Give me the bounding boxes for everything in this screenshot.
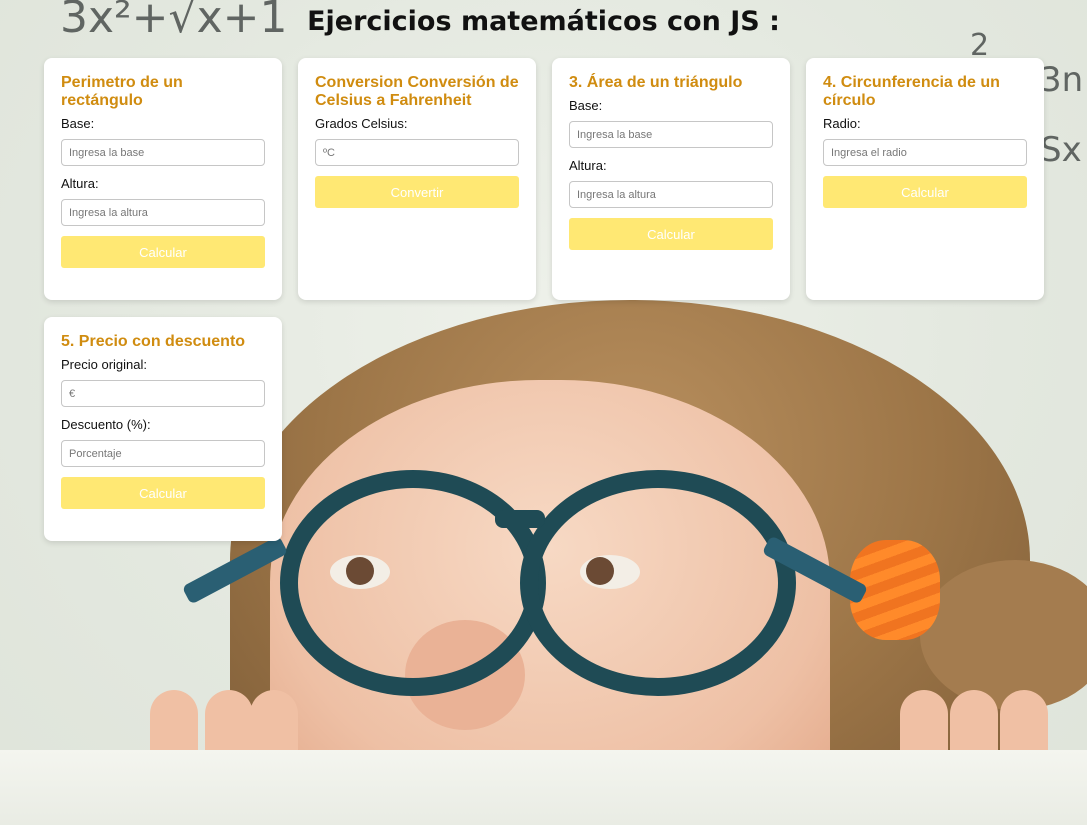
glasses-bridge xyxy=(495,510,545,528)
glasses-lens-right xyxy=(520,470,796,696)
discount-input[interactable] xyxy=(61,440,265,467)
card-title: 4. Circunferencia de un círculo xyxy=(823,74,1000,109)
card-title: Perimetro de un rectángulo xyxy=(61,74,183,109)
original-price-input[interactable] xyxy=(61,380,265,407)
background-scribble: 3n xyxy=(1040,60,1084,100)
field-label-base: Base: xyxy=(61,116,95,131)
radius-input[interactable] xyxy=(823,139,1027,166)
card-discount-price: 5. Precio con descuento Precio original:… xyxy=(44,317,282,541)
calculate-button[interactable]: Calcular xyxy=(569,218,773,250)
field-label-base: Base: xyxy=(569,98,603,113)
calculate-button[interactable]: Calcular xyxy=(61,236,265,268)
card-title: Conversion Conversión de Celsius a Fahre… xyxy=(315,74,519,109)
card-circle-circumference: 4. Circunferencia de un círculo Radio: C… xyxy=(806,58,1044,300)
height-input[interactable] xyxy=(569,181,773,208)
card-rectangle-perimeter: Perimetro de un rectángulo Base: Altura:… xyxy=(44,58,282,300)
calculate-button[interactable]: Calcular xyxy=(61,477,265,509)
card-title: 5. Precio con descuento xyxy=(61,333,246,350)
celsius-input[interactable] xyxy=(315,139,519,166)
table-surface xyxy=(0,750,1087,825)
field-label-height: Altura: xyxy=(61,176,99,191)
card-celsius-conversion: Conversion Conversión de Celsius a Fahre… xyxy=(298,58,536,300)
page-title: Ejercicios matemáticos con JS : xyxy=(307,6,780,37)
field-label-original-price: Precio original: xyxy=(61,357,147,372)
calculate-button[interactable]: Calcular xyxy=(823,176,1027,208)
field-label-discount: Descuento (%): xyxy=(61,417,151,432)
background-scribble: Sx xyxy=(1040,130,1082,170)
convert-button[interactable]: Convertir xyxy=(315,176,519,208)
field-label-celsius: Grados Celsius: xyxy=(315,116,408,131)
field-label-radius: Radio: xyxy=(823,116,861,131)
base-input[interactable] xyxy=(569,121,773,148)
card-title: 3. Área de un triángulo xyxy=(569,74,743,91)
base-input[interactable] xyxy=(61,139,265,166)
card-triangle-area: 3. Área de un triángulo Base: Altura: Ca… xyxy=(552,58,790,300)
height-input[interactable] xyxy=(61,199,265,226)
glasses-lens-left xyxy=(280,470,546,696)
field-label-height: Altura: xyxy=(569,158,607,173)
